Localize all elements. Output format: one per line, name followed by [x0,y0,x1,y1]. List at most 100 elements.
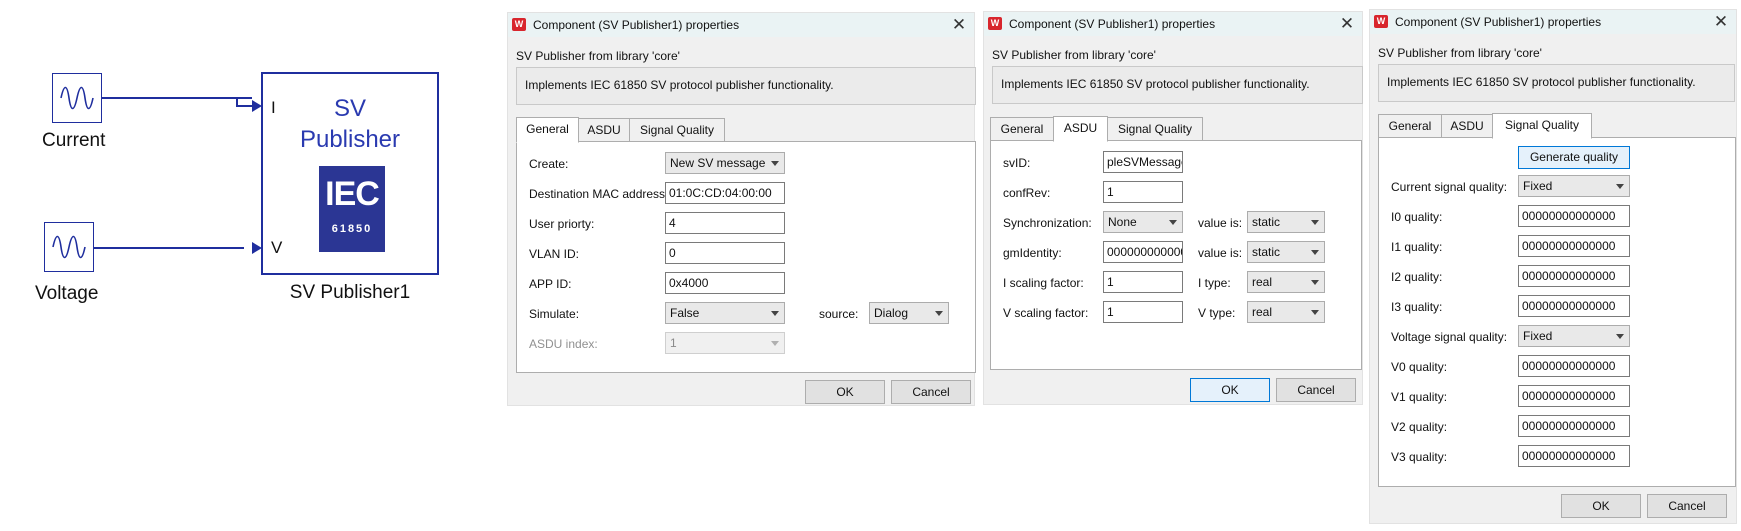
tab-asdu[interactable]: ASDU [1441,114,1493,138]
tab-asdu[interactable]: ASDU [1053,116,1108,142]
ok-button[interactable]: OK [1190,378,1270,402]
app-logo-icon: W [1374,15,1388,28]
close-icon[interactable]: ✕ [1338,14,1356,34]
i0-quality-input[interactable]: 00000000000000 [1518,205,1630,227]
i1-quality-input[interactable]: 00000000000000 [1518,235,1630,257]
gm-value-is-select[interactable]: static [1247,241,1325,263]
appid-input[interactable]: 0x4000 [665,272,785,294]
mac-input[interactable]: 01:0C:CD:04:00:00 [665,182,785,204]
i2-quality-label: I2 quality: [1391,270,1443,284]
sync-select[interactable]: None [1103,211,1183,233]
schematic-canvas: Current Voltage SV Publisher I V IEC 618… [0,0,500,531]
properties-dialog-asdu: W Component (SV Publisher1) properties ✕… [983,11,1363,405]
signal-quality-panel: Generate quality Current signal quality:… [1378,137,1736,487]
tab-signal-quality[interactable]: Signal Quality [1107,117,1203,141]
dialog-titlebar[interactable]: W Component (SV Publisher1) properties ✕ [1370,10,1736,34]
priority-label: User priorty: [529,217,595,231]
source-label: source: [819,307,859,321]
v3-quality-input[interactable]: 00000000000000 [1518,445,1630,467]
sync-select-value: None [1108,215,1137,229]
dialog-titlebar[interactable]: W Component (SV Publisher1) properties ✕ [508,13,974,37]
tab-signal-quality[interactable]: Signal Quality [629,118,725,142]
iec-logo: IEC 61850 [319,166,385,252]
dialog-titlebar[interactable]: W Component (SV Publisher1) properties ✕ [984,12,1362,36]
confrev-input[interactable]: 1 [1103,181,1183,203]
cancel-button[interactable]: Cancel [1276,378,1356,402]
svid-input[interactable]: pleSVMessage [1103,151,1183,173]
v-scaling-input[interactable]: 1 [1103,301,1183,323]
v-scaling-label: V scaling factor: [1003,306,1089,320]
library-subtitle: SV Publisher from library 'core' [992,48,1156,62]
block-title-line1: SV [333,95,366,122]
current-source-label: Current [42,130,106,151]
tab-signal-quality[interactable]: Signal Quality [1492,113,1592,139]
v1-quality-label: V1 quality: [1391,390,1448,404]
dialog-title: Component (SV Publisher1) properties [1395,15,1602,29]
vlan-input[interactable]: 0 [665,242,785,264]
create-select[interactable]: New SV message [665,152,785,174]
confrev-label: confRev: [1003,186,1051,200]
chevron-down-icon [1311,310,1319,315]
gm-value-is-label: value is: [1198,246,1243,260]
tab-asdu[interactable]: ASDU [578,118,630,142]
tab-general[interactable]: General [516,117,579,143]
chevron-down-icon [1311,280,1319,285]
svid-label: svID: [1003,156,1031,170]
simulate-label: Simulate: [529,307,580,321]
iec-logo-main: IEC [325,175,380,213]
chevron-down-icon [771,161,779,166]
v-type-value: real [1252,305,1273,319]
gmidentity-input[interactable]: 0000000000000 [1103,241,1183,263]
voltage-quality-label: Voltage signal quality: [1391,330,1508,344]
block-name-label: SV Publisher1 [289,282,411,303]
current-source-block[interactable] [52,73,102,123]
chevron-down-icon [1311,220,1319,225]
i1-quality-label: I1 quality: [1391,240,1443,254]
simulate-select-value: False [670,306,700,320]
tab-general[interactable]: General [990,117,1054,141]
i3-quality-label: I3 quality: [1391,300,1443,314]
v0-quality-input[interactable]: 00000000000000 [1518,355,1630,377]
close-icon[interactable]: ✕ [950,15,968,35]
port-v-label: V [271,238,283,257]
gmidentity-label: gmIdentity: [1003,246,1062,260]
v2-quality-input[interactable]: 00000000000000 [1518,415,1630,437]
close-icon[interactable]: ✕ [1712,12,1730,32]
i-type-value: real [1252,275,1273,289]
cancel-button[interactable]: Cancel [891,380,971,404]
current-quality-select[interactable]: Fixed [1518,175,1630,197]
v2-quality-label: V2 quality: [1391,420,1448,434]
cancel-button[interactable]: Cancel [1647,494,1727,518]
i3-quality-input[interactable]: 00000000000000 [1518,295,1630,317]
properties-dialog-signal-quality: W Component (SV Publisher1) properties ✕… [1369,9,1737,524]
voltage-quality-select[interactable]: Fixed [1518,325,1630,347]
chevron-down-icon [1616,184,1624,189]
appid-label: APP ID: [529,277,572,291]
v-type-select[interactable]: real [1247,301,1325,323]
chevron-down-icon [771,341,779,346]
voltage-source-label: Voltage [35,283,99,304]
generate-quality-button[interactable]: Generate quality [1518,146,1630,169]
tab-general[interactable]: General [1378,114,1442,138]
voltage-source-block[interactable] [44,222,94,272]
ok-button[interactable]: OK [1561,494,1641,518]
source-select[interactable]: Dialog [869,302,949,324]
library-subtitle: SV Publisher from library 'core' [1378,46,1542,60]
sv-publisher-block[interactable]: SV Publisher I V IEC 61850 [261,72,439,275]
current-quality-value: Fixed [1523,179,1553,193]
vlan-label: VLAN ID: [529,247,580,261]
current-wire [102,97,252,99]
ok-button[interactable]: OK [805,380,885,404]
priority-input[interactable]: 4 [665,212,785,234]
i2-quality-input[interactable]: 00000000000000 [1518,265,1630,287]
iec-logo-sub: 61850 [331,223,373,235]
i-scaling-label: I scaling factor: [1003,276,1084,290]
v1-quality-input[interactable]: 00000000000000 [1518,385,1630,407]
i-scaling-input[interactable]: 1 [1103,271,1183,293]
simulate-select[interactable]: False [665,302,785,324]
dialog-title: Component (SV Publisher1) properties [533,18,740,32]
create-label: Create: [529,157,569,171]
sync-value-is-select[interactable]: static [1247,211,1325,233]
i-type-select[interactable]: real [1247,271,1325,293]
current-quality-label: Current signal quality: [1391,180,1508,194]
